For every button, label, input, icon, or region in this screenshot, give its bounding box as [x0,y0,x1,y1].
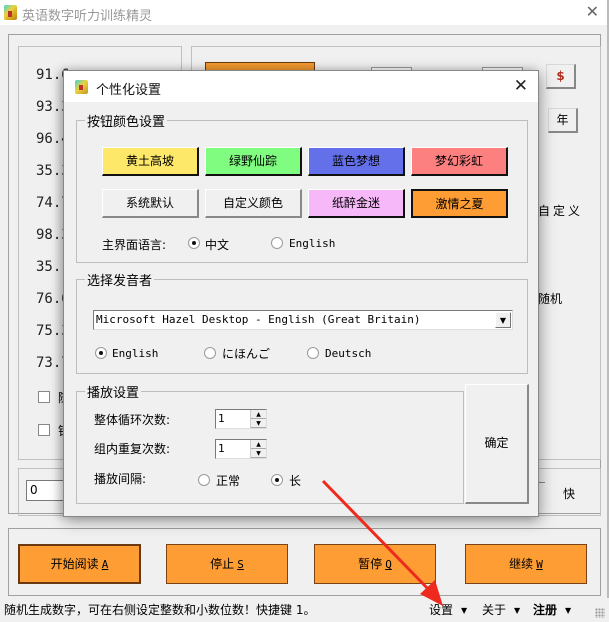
year-button[interactable]: 年 [548,108,578,133]
status-bar: 随机生成数字，可在右侧设定整数和小数位数！快捷键 1。 设置 ▼ 关于 ▼ 注册 ▼ [0,598,609,622]
playback-legend: 播放设置 [87,386,140,401]
repeat-count-value: 1 [218,442,225,455]
color-pink-button[interactable]: 纸醉金迷 [308,189,405,218]
custom-option-label: 自定义 [538,204,584,218]
color-custom-button[interactable]: 自定义颜色 [205,189,302,218]
spin-down-icon[interactable]: ▼ [251,449,266,458]
dialog-title: 个性化设置 [96,83,162,98]
personalization-dialog: 个性化设置 ✕ 按钮颜色设置 黄土高坡 绿野仙踪 蓝色梦想 梦幻彩虹 系统默认 … [63,70,539,517]
color-orange-button[interactable]: 激情之夏 [411,189,508,218]
interval-long-label: 长 [289,474,302,488]
loop-count-value: 1 [218,412,225,425]
button-color-legend: 按钮颜色设置 [87,115,166,130]
start-reading-label: 开始阅读 [50,557,99,571]
random-checkbox[interactable] [38,391,50,403]
voice-english-label: English [112,347,159,360]
speed-fast-label: 快 [563,487,576,501]
spin-up-icon[interactable]: ▲ [251,410,266,419]
repeat-count-label: 组内重复次数: [94,442,171,456]
app-icon [4,5,17,20]
caret-down-icon: ▼ [461,606,468,615]
color-yellow-button[interactable]: 黄土高坡 [102,147,199,176]
main-close-icon[interactable]: ✕ [586,2,599,21]
voice-japanese-label: にほんご [222,347,271,361]
ok-button[interactable]: 确定 [465,384,529,504]
loop-count-spinner[interactable]: 1 ▲ ▼ [215,409,267,429]
start-reading-hotkey: A [101,558,109,571]
color-green-button[interactable]: 绿野仙踪 [205,147,302,176]
ui-language-english-label: English [289,237,336,250]
loop-count-spin-buttons: ▲ ▼ [250,410,266,428]
ui-language-label: 主界面语言: [102,238,167,252]
interval-label: 播放间隔: [94,472,147,486]
main-window-title: 英语数字听力训练精灵 [22,9,153,24]
resume-button[interactable]: 继续 W [465,544,587,584]
caret-down-icon: ▼ [565,606,572,615]
about-menu[interactable]: 关于 ▼ [482,601,520,618]
settings-menu[interactable]: 设置 ▼ [429,601,467,618]
color-rainbow-button[interactable]: 梦幻彩虹 [411,147,508,176]
register-menu[interactable]: 注册 ▼ [533,601,571,618]
pause-hotkey: Q [385,558,392,571]
color-blue-button[interactable]: 蓝色梦想 [308,147,405,176]
resume-hotkey: W [536,558,543,571]
settings-menu-label: 设置 [429,603,454,617]
resize-grip-icon[interactable] [595,608,605,618]
loop-count-label: 整体循环次数: [94,413,171,427]
about-menu-label: 关于 [482,603,507,617]
voice-select-value: Microsoft Hazel Desktop - English (Great… [96,313,421,326]
color-default-button[interactable]: 系统默认 [102,189,199,218]
dollar-button[interactable]: $ [546,64,576,89]
pause-label: 暂停 [358,557,383,571]
resume-label: 继续 [509,557,534,571]
ui-language-chinese-radio[interactable] [188,237,200,249]
voice-english-radio[interactable] [95,347,107,359]
lock-checkbox[interactable] [38,424,50,436]
voice-japanese-radio[interactable] [204,347,216,359]
spin-down-icon[interactable]: ▼ [251,419,266,428]
stop-hotkey: S [237,558,244,571]
random-option-label: 随机 [538,292,563,306]
chevron-down-icon[interactable]: ▼ [495,312,511,328]
voice-german-label: Deutsch [325,347,372,360]
start-reading-button[interactable]: 开始阅读 A [18,544,141,584]
interval-normal-radio[interactable] [198,474,210,486]
repeat-count-spin-buttons: ▲ ▼ [250,440,266,458]
ui-language-chinese-label: 中文 [205,238,230,252]
interval-normal-label: 正常 [216,474,241,488]
ui-language-english-radio[interactable] [271,237,283,249]
status-text: 随机生成数字，可在右侧设定整数和小数位数！快捷键 1。 [4,603,316,617]
voice-legend: 选择发音者 [87,274,153,289]
spin-up-icon[interactable]: ▲ [251,440,266,449]
dialog-app-icon [75,80,88,94]
main-titlebar: 英语数字听力训练精灵 ✕ [0,0,609,25]
dialog-close-icon[interactable]: ✕ [514,76,528,96]
repeat-count-spinner[interactable]: 1 ▲ ▼ [215,439,267,459]
register-menu-label: 注册 [533,603,558,617]
voice-german-radio[interactable] [307,347,319,359]
dialog-titlebar[interactable]: 个性化设置 ✕ [64,71,538,102]
voice-select[interactable]: Microsoft Hazel Desktop - English (Great… [93,310,513,330]
caret-down-icon: ▼ [514,606,521,615]
stop-label: 停止 [210,557,235,571]
speed-slider-tick [538,482,545,483]
pause-button[interactable]: 暂停 Q [314,544,436,584]
stop-button[interactable]: 停止 S [166,544,288,584]
interval-long-radio[interactable] [271,474,283,486]
